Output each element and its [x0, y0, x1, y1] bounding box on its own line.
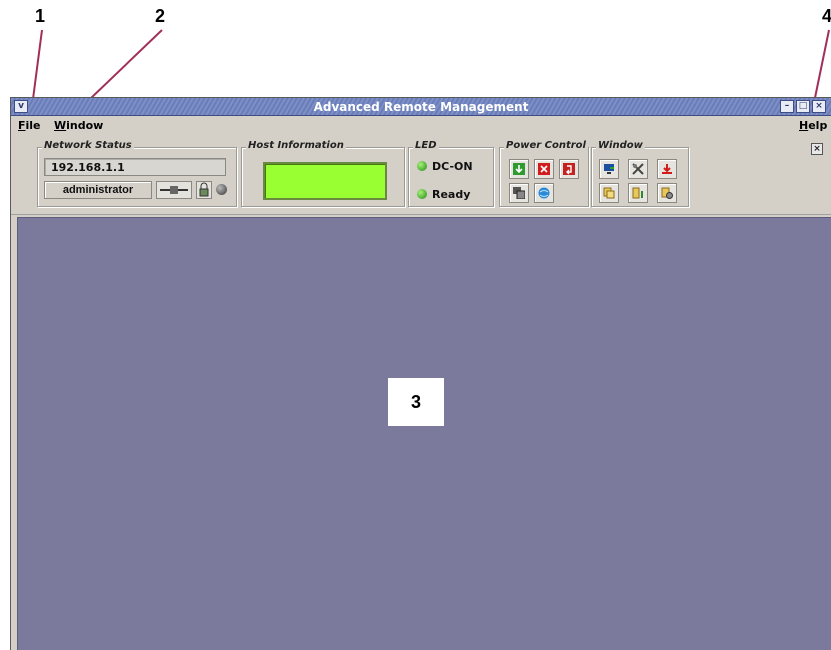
status-indicator-icon [216, 184, 227, 195]
remote-console-icon [513, 187, 525, 199]
maximize-button[interactable]: □ [796, 100, 810, 113]
tools-button[interactable] [628, 159, 648, 179]
host-information-group: Host Information [241, 140, 405, 207]
monitor-button[interactable] [599, 159, 619, 179]
globe-button[interactable] [534, 183, 554, 203]
reset-button[interactable] [559, 159, 579, 179]
globe-icon [538, 187, 550, 199]
copy-button[interactable] [599, 183, 619, 203]
alert-button[interactable] [657, 159, 677, 179]
close-button[interactable]: × [812, 100, 826, 113]
led-dc-on-icon [417, 161, 427, 171]
app-window: v Advanced Remote Management – □ × File … [10, 97, 831, 650]
status-button[interactable] [628, 183, 648, 203]
led-dc-on-label: DC-ON [432, 160, 473, 173]
power-control-label: Power Control [504, 140, 588, 151]
lock-icon[interactable] [196, 181, 212, 199]
user-button[interactable]: administrator [44, 181, 152, 199]
settings-button[interactable] [657, 183, 677, 203]
power-control-group: Power Control [499, 140, 589, 207]
alert-icon [662, 164, 672, 174]
reset-icon [563, 163, 575, 175]
window-title: Advanced Remote Management [313, 100, 529, 114]
power-on-icon [513, 163, 525, 175]
tools-icon [632, 163, 644, 175]
network-status-group: Network Status 192.168.1.1 administrator [37, 140, 237, 207]
status-icon [632, 187, 643, 199]
led-group: LED DC-ON Ready [408, 140, 494, 207]
power-off-button[interactable] [534, 159, 554, 179]
monitor-icon [604, 164, 614, 174]
window-group: Window [591, 140, 689, 207]
menu-help[interactable]: Help [799, 119, 827, 132]
connection-icon [156, 181, 192, 199]
host-information-label: Host Information [246, 140, 346, 151]
led-label: LED [413, 140, 439, 151]
led-ready-label: Ready [432, 188, 471, 201]
led-ready: Ready [417, 188, 470, 201]
menu-file[interactable]: File [18, 119, 41, 132]
window-group-label: Window [596, 140, 645, 151]
callout-1: 1 [35, 6, 46, 26]
settings-icon [661, 187, 673, 199]
network-status-label: Network Status [42, 140, 134, 151]
remote-console-button[interactable] [509, 183, 529, 203]
power-off-icon [538, 163, 550, 175]
toolbar: Network Status 192.168.1.1 administrator… [11, 135, 831, 215]
led-ready-icon [417, 189, 427, 199]
ip-address-field: 192.168.1.1 [44, 158, 226, 176]
title-bar[interactable]: v Advanced Remote Management – □ × [11, 98, 831, 116]
copy-icon [603, 187, 615, 199]
led-dc-on: DC-ON [417, 160, 473, 173]
power-on-button[interactable] [509, 159, 529, 179]
menu-window[interactable]: Window [54, 119, 103, 132]
host-lcd-display [263, 162, 387, 200]
callout-2: 2 [155, 6, 166, 26]
minimize-button[interactable]: – [780, 100, 794, 113]
toolbar-close-button[interactable]: × [811, 143, 823, 155]
callout-3: 3 [388, 378, 444, 426]
callout-4: 4 [822, 6, 831, 26]
menu-bar: File Window Help [11, 117, 831, 135]
remote-desktop-area[interactable]: 3 [17, 217, 831, 650]
